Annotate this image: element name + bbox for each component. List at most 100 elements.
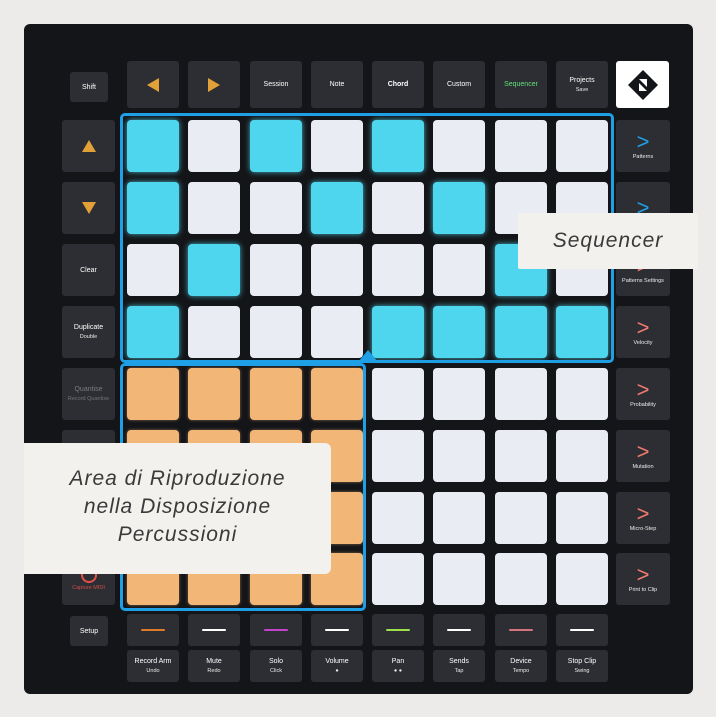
pad[interactable] bbox=[495, 492, 547, 544]
track-color-stripe bbox=[264, 629, 288, 631]
pad[interactable] bbox=[556, 430, 608, 482]
pad[interactable] bbox=[127, 120, 179, 172]
track-button-4[interactable] bbox=[311, 614, 363, 646]
pad[interactable] bbox=[495, 120, 547, 172]
pad[interactable] bbox=[372, 182, 424, 234]
pad[interactable] bbox=[433, 306, 485, 358]
pad[interactable] bbox=[372, 244, 424, 296]
pad[interactable] bbox=[250, 120, 302, 172]
pad[interactable] bbox=[127, 306, 179, 358]
track-button-6[interactable] bbox=[433, 614, 485, 646]
bottom-button-4[interactable]: Volume ● bbox=[311, 650, 363, 682]
pad[interactable] bbox=[372, 306, 424, 358]
pad[interactable] bbox=[188, 244, 240, 296]
left-button-2[interactable] bbox=[62, 182, 115, 234]
pad[interactable] bbox=[433, 368, 485, 420]
pad[interactable] bbox=[188, 368, 240, 420]
top-button-5[interactable]: Chord bbox=[372, 61, 424, 108]
pad[interactable] bbox=[372, 492, 424, 544]
track-button-3[interactable] bbox=[250, 614, 302, 646]
bottom-button-6[interactable]: Sends Tap bbox=[433, 650, 485, 682]
pad[interactable] bbox=[433, 430, 485, 482]
pad[interactable] bbox=[433, 182, 485, 234]
pad[interactable] bbox=[433, 244, 485, 296]
play-area-callout-line: Area di Riproduzione bbox=[69, 467, 286, 490]
track-button-5[interactable] bbox=[372, 614, 424, 646]
right-button-4[interactable]: > Velocity bbox=[616, 306, 670, 358]
right-button-1[interactable]: > Patterns bbox=[616, 120, 670, 172]
top-button-8[interactable]: Projects Save bbox=[556, 61, 608, 108]
left-button-3[interactable]: Clear bbox=[62, 244, 115, 296]
chevron-right-icon: > bbox=[636, 438, 650, 464]
left-button-5[interactable]: Quantise Record Quantise bbox=[62, 368, 115, 420]
pad[interactable] bbox=[250, 306, 302, 358]
track-button-2[interactable] bbox=[188, 614, 240, 646]
bottom-button-label: Volume bbox=[325, 658, 349, 665]
track-color-stripe bbox=[509, 629, 533, 631]
pad[interactable] bbox=[250, 368, 302, 420]
left-button-4[interactable]: Duplicate Double bbox=[62, 306, 115, 358]
pad[interactable] bbox=[556, 306, 608, 358]
pad[interactable] bbox=[556, 553, 608, 605]
bottom-button-7[interactable]: Device Tempo bbox=[495, 650, 547, 682]
pad[interactable] bbox=[127, 368, 179, 420]
pad[interactable] bbox=[250, 182, 302, 234]
top-button-6[interactable]: Custom bbox=[433, 61, 485, 108]
pad[interactable] bbox=[188, 182, 240, 234]
pad[interactable] bbox=[495, 368, 547, 420]
right-button-8[interactable]: > Print to Clip bbox=[616, 553, 670, 605]
pad[interactable] bbox=[311, 182, 363, 234]
pad[interactable] bbox=[495, 306, 547, 358]
bottom-button-3[interactable]: Solo Click bbox=[250, 650, 302, 682]
track-color-stripe bbox=[447, 629, 471, 631]
pad[interactable] bbox=[250, 244, 302, 296]
pad[interactable] bbox=[311, 306, 363, 358]
track-color-stripe bbox=[141, 629, 165, 631]
bottom-button-sublabel: ● ● bbox=[393, 668, 403, 674]
pad[interactable] bbox=[433, 492, 485, 544]
play-area-callout-line: Percussioni bbox=[117, 523, 238, 546]
bottom-button-2[interactable]: Mute Redo bbox=[188, 650, 240, 682]
top-button-4[interactable]: Note bbox=[311, 61, 363, 108]
top-button-2[interactable] bbox=[188, 61, 240, 108]
setup-button[interactable]: Setup bbox=[70, 616, 108, 646]
pad[interactable] bbox=[433, 120, 485, 172]
pad[interactable] bbox=[495, 430, 547, 482]
pad[interactable] bbox=[556, 368, 608, 420]
bottom-button-5[interactable]: Pan ● ● bbox=[372, 650, 424, 682]
pad[interactable] bbox=[372, 120, 424, 172]
pad[interactable] bbox=[311, 244, 363, 296]
track-button-1[interactable] bbox=[127, 614, 179, 646]
top-button-label: Custom bbox=[446, 81, 472, 88]
shift-button[interactable]: Shift bbox=[70, 72, 108, 102]
chevron-right-icon: > bbox=[636, 561, 650, 587]
pad[interactable] bbox=[372, 368, 424, 420]
top-button-3[interactable]: Session bbox=[250, 61, 302, 108]
pad[interactable] bbox=[188, 306, 240, 358]
track-button-7[interactable] bbox=[495, 614, 547, 646]
pad[interactable] bbox=[127, 244, 179, 296]
pad[interactable] bbox=[556, 120, 608, 172]
pad[interactable] bbox=[372, 553, 424, 605]
top-button-label: Sequencer bbox=[504, 81, 538, 88]
left-button-1[interactable] bbox=[62, 120, 115, 172]
pad[interactable] bbox=[556, 492, 608, 544]
track-button-8[interactable] bbox=[556, 614, 608, 646]
pad[interactable] bbox=[433, 553, 485, 605]
pad[interactable] bbox=[311, 368, 363, 420]
pad[interactable] bbox=[372, 430, 424, 482]
right-button-5[interactable]: > Probability bbox=[616, 368, 670, 420]
right-button-6[interactable]: > Mutation bbox=[616, 430, 670, 482]
pad[interactable] bbox=[495, 553, 547, 605]
bottom-button-sublabel: ● bbox=[335, 668, 339, 674]
pad[interactable] bbox=[188, 120, 240, 172]
top-button-7[interactable]: Sequencer bbox=[495, 61, 547, 108]
pad[interactable] bbox=[311, 120, 363, 172]
bottom-button-sublabel: Swing bbox=[574, 668, 590, 674]
top-button-1[interactable] bbox=[127, 61, 179, 108]
bottom-button-8[interactable]: Stop Clip Swing bbox=[556, 650, 608, 682]
bottom-button-label: Sends bbox=[449, 658, 469, 665]
pad[interactable] bbox=[127, 182, 179, 234]
right-button-7[interactable]: > Micro-Step bbox=[616, 492, 670, 544]
bottom-button-1[interactable]: Record Arm Undo bbox=[127, 650, 179, 682]
